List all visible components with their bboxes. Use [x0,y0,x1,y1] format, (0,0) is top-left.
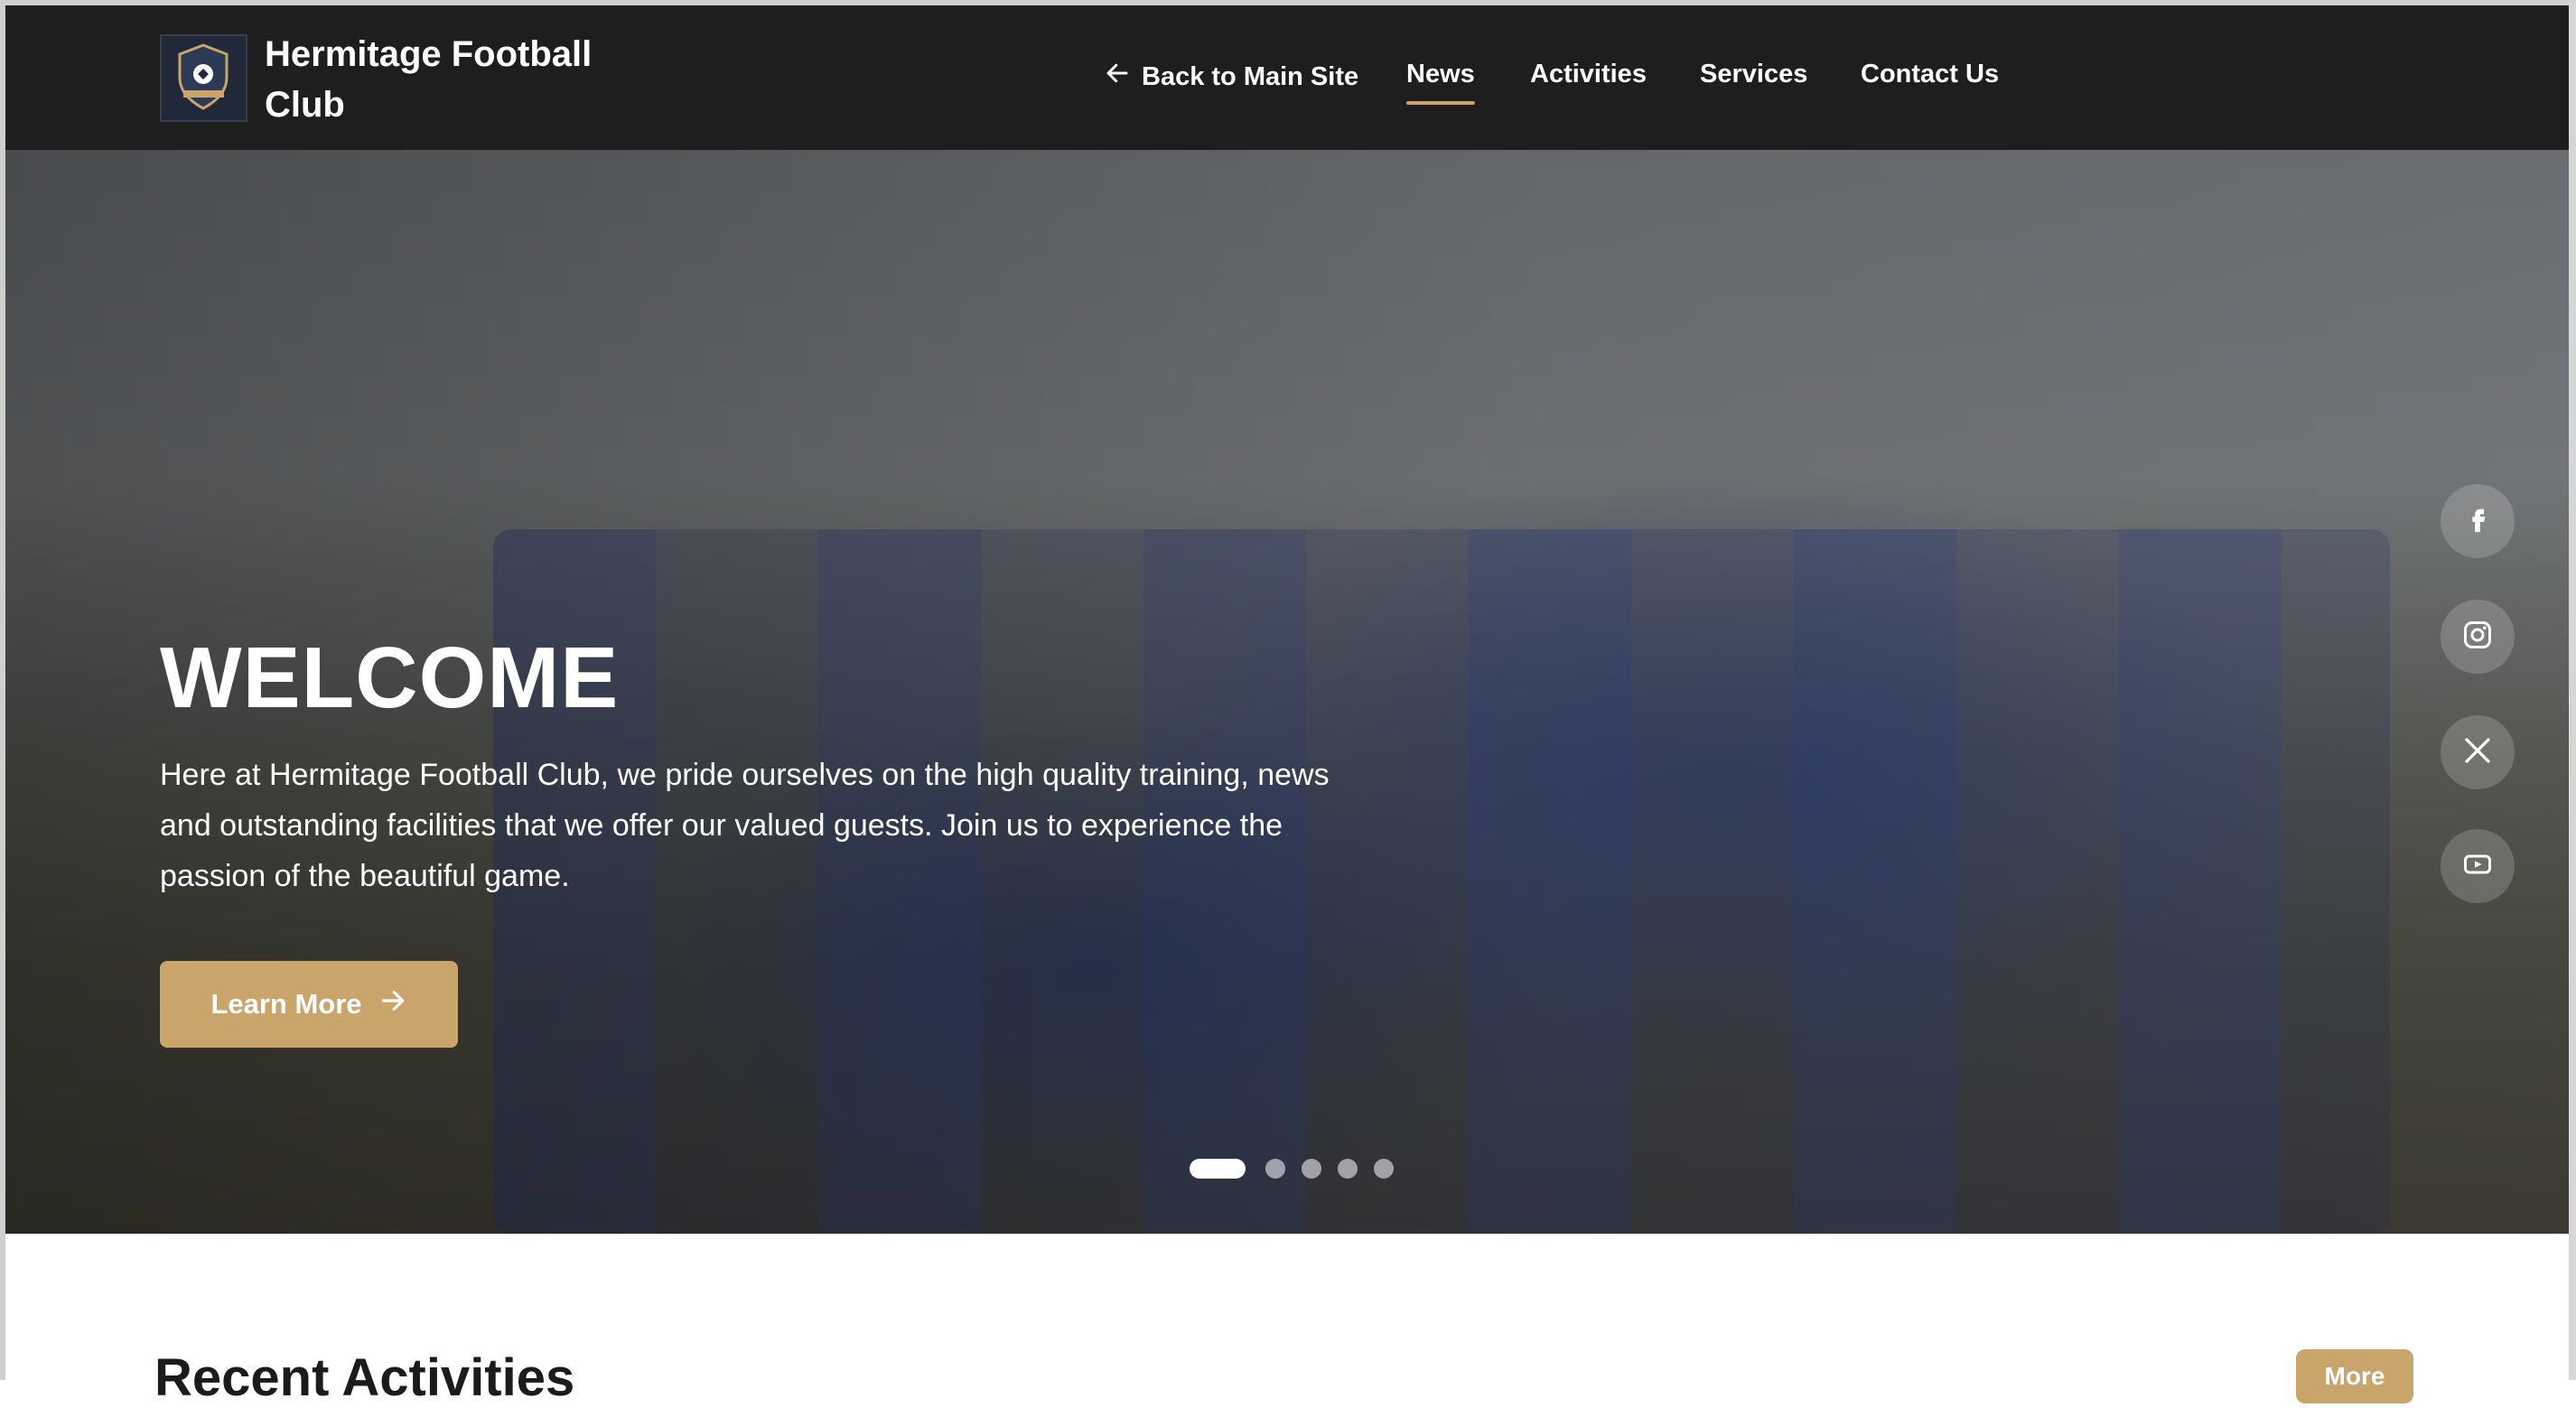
nav-item-services[interactable]: Services [1700,60,1807,89]
instagram-link[interactable] [2441,600,2515,674]
youtube-link[interactable] [2441,829,2515,903]
nav-item-news[interactable]: News [1406,60,1475,105]
back-to-main-site-label: Back to Main Site [1142,61,1359,91]
learn-more-button[interactable]: Learn More [160,961,458,1048]
more-button[interactable]: More [2296,1349,2413,1403]
arrow-left-icon [1104,60,1131,94]
instagram-icon [2461,619,2494,656]
nav-item-activities[interactable]: Activities [1530,60,1647,89]
x-icon [2461,734,2494,771]
carousel-dot-2[interactable] [1265,1159,1285,1179]
facebook-icon [2462,504,2493,539]
hero-description: Here at Hermitage Football Club, we prid… [160,758,1330,893]
carousel-dot-3[interactable] [1302,1159,1321,1179]
carousel-dot-4[interactable] [1338,1159,1358,1179]
site-header: Hermitage Football Club Back to Main Sit… [5,5,2569,150]
hero-carousel: WELCOME Here at Hermitage Football Club,… [5,150,2569,1234]
window-scrollbar[interactable] [2569,0,2576,1380]
nav-item-contact-us[interactable]: Contact Us [1861,60,1999,89]
club-logo[interactable] [160,34,247,122]
brand-name[interactable]: Hermitage Football Club [265,29,644,130]
recent-activities-title: Recent Activities [154,1348,575,1407]
back-to-main-site-link[interactable]: Back to Main Site [1104,60,1358,94]
x-link[interactable] [2441,715,2515,789]
youtube-icon [2461,848,2494,885]
learn-more-label: Learn More [210,988,362,1020]
carousel-dot-5[interactable] [1374,1159,1394,1179]
carousel-dot-1[interactable] [1190,1159,1246,1179]
facebook-link[interactable] [2441,484,2515,558]
hero-title: WELCOME [160,629,620,726]
arrow-right-icon [378,986,407,1022]
